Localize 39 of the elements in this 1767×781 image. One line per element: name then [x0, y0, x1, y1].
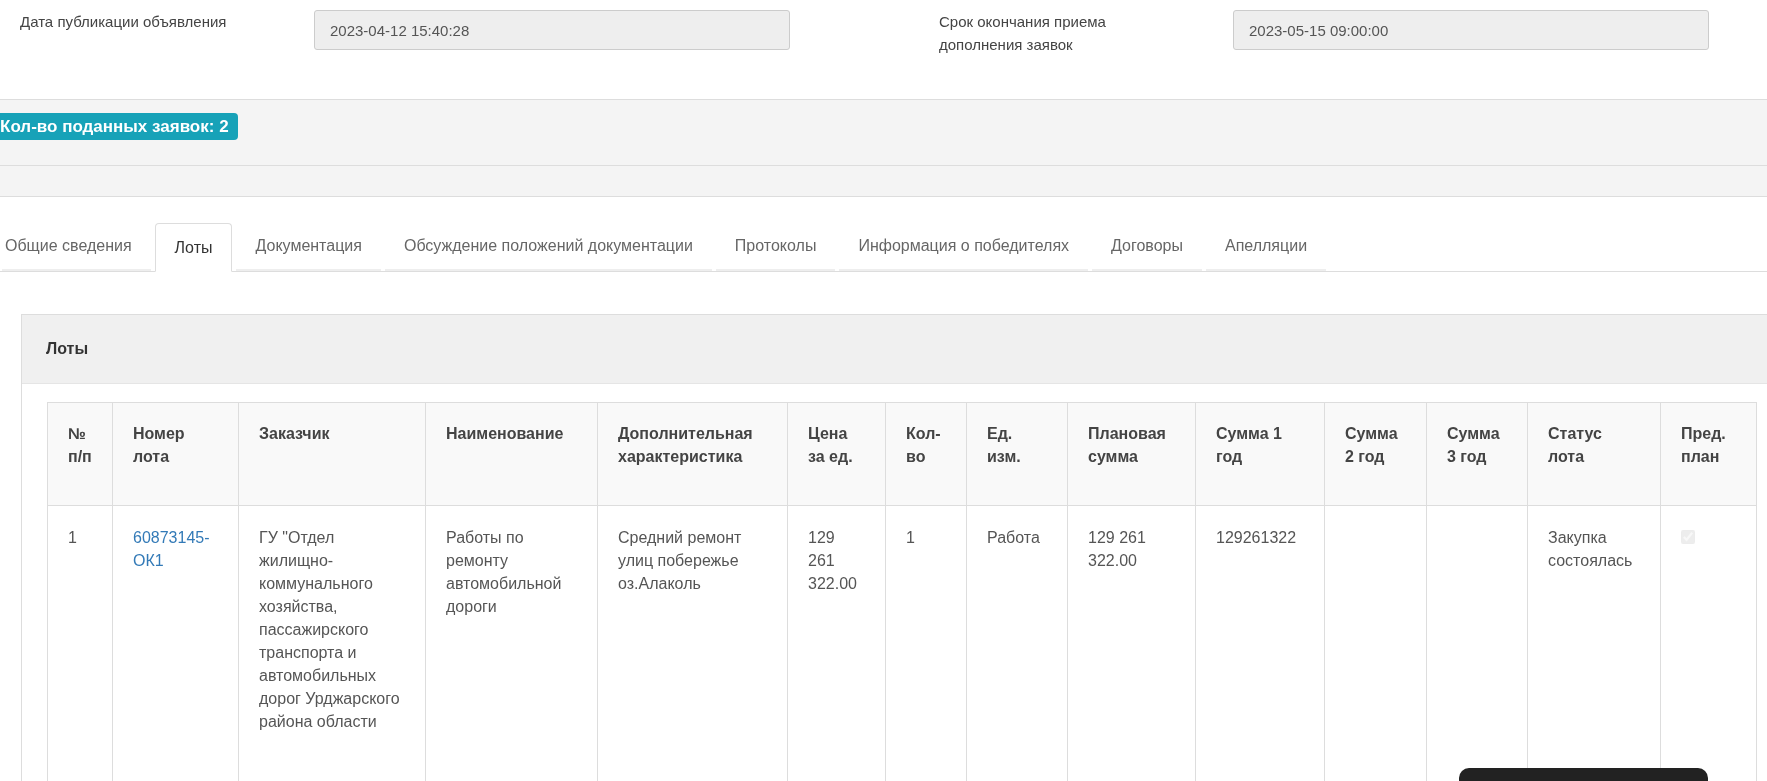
tab[interactable]: Информация о победителях [839, 222, 1089, 271]
tab[interactable]: Апелляции [1206, 222, 1327, 271]
panel-title: Лоты [46, 339, 89, 359]
column-header: № п/п [47, 402, 113, 506]
tab[interactable]: Протоколы [715, 222, 836, 271]
applications-count-badge: Кол-во поданных заявок: 2 [0, 113, 238, 140]
column-header: Ед. изм. [966, 402, 1068, 506]
table-cell: 129 261 322.00 [1088, 529, 1146, 569]
date-field[interactable]: 2023-05-15 09:00:00 [1233, 10, 1709, 50]
tab[interactable]: Лоты [154, 223, 233, 272]
tab[interactable]: Общие сведения [2, 222, 151, 271]
tab[interactable]: Обсуждение положений документации [384, 222, 712, 271]
tab[interactable]: Договоры [1092, 222, 1202, 271]
table-cell: 1 [906, 529, 915, 546]
table-cell: Работы по ремонту автомобильной дороги [446, 529, 562, 615]
table-cell: Работа [987, 529, 1040, 546]
tab[interactable]: Документация [236, 222, 381, 271]
table-cell: 129261322 [1216, 529, 1297, 546]
column-header: Цена за ед. [787, 402, 886, 506]
column-header: Заказчик [238, 402, 426, 506]
column-header: Сумма 2 год [1324, 402, 1427, 506]
date-field[interactable]: 2023-04-12 15:40:28 [314, 10, 790, 50]
field-label: Дата публикации объявления [20, 12, 228, 32]
column-header: Наименование [425, 402, 598, 506]
column-header: Сумма 3 год [1426, 402, 1528, 506]
column-header: Сумма 1 год [1195, 402, 1325, 506]
column-header: Плановая сумма [1067, 402, 1196, 506]
column-header: Статус лота [1527, 402, 1661, 506]
column-header: Пред. план [1660, 402, 1757, 506]
table-cell: 129 261 322.00 [808, 529, 857, 592]
table-cell: Средний ремонт улиц побережье оз.Алаколь [618, 529, 742, 592]
field-label: Срок окончания приема дополнения заявок [939, 12, 1107, 55]
table-cell: ГУ "Отдел жилищно-коммунального хозяйства, пассажирского транспорта и автомобильных дорог Урджарского района области [259, 529, 400, 730]
lot-link[interactable]: 60873145-ОК1 [133, 526, 218, 572]
table-cell: Закупка состоялась [1548, 529, 1633, 569]
column-header: Номер лота [112, 402, 239, 506]
column-header: Дополнительная характеристика [597, 402, 788, 506]
column-header: Кол-во [885, 402, 967, 506]
table-cell: 1 [68, 529, 77, 546]
